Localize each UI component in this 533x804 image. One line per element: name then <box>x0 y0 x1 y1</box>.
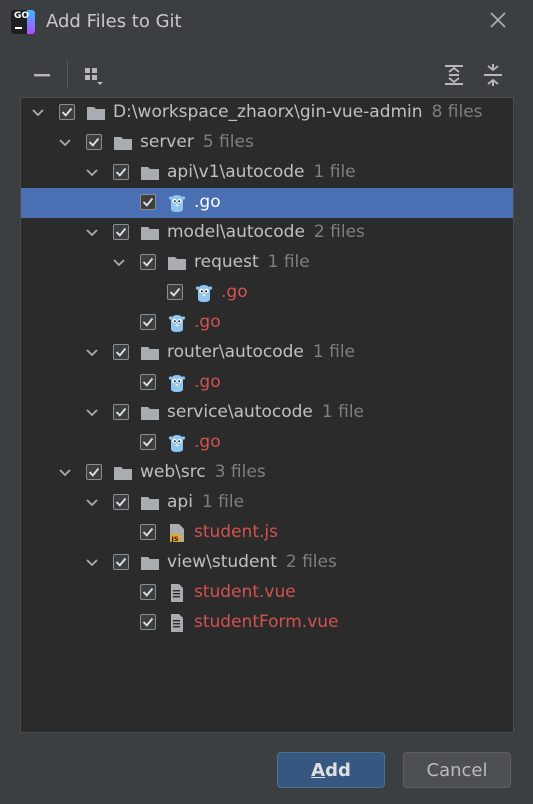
tree-node-label: student.vue <box>194 582 296 602</box>
checkbox[interactable] <box>113 224 129 240</box>
tree-row-request[interactable]: request 1 file <box>21 248 513 278</box>
chevron-down-icon[interactable] <box>84 555 100 571</box>
folder-icon <box>140 555 160 571</box>
checkbox[interactable] <box>140 524 156 540</box>
tree-row-view-student[interactable]: view\student 2 files <box>21 548 513 578</box>
tree-node-label: student.js <box>194 522 278 542</box>
checkbox[interactable] <box>140 434 156 450</box>
tree-node-label: .go <box>194 432 221 452</box>
add-button[interactable]: Add <box>277 752 385 788</box>
text-file-icon <box>167 613 187 633</box>
chevron-down-icon[interactable] <box>111 255 127 271</box>
folder-icon <box>113 135 133 151</box>
checkbox[interactable] <box>113 554 129 570</box>
add-label: dd <box>325 759 351 781</box>
folder-icon <box>86 105 106 121</box>
collapse-minus-icon[interactable] <box>27 60 57 90</box>
folder-icon <box>140 225 160 241</box>
checkbox[interactable] <box>86 134 102 150</box>
checkbox[interactable] <box>113 494 129 510</box>
add-mnemonic: A <box>311 759 326 781</box>
checkbox[interactable] <box>113 404 129 420</box>
tree-node-label: D:\workspace_zhaorx\gin-vue-admin 8 files <box>113 102 483 122</box>
tree-row-file[interactable]: .go <box>21 428 513 458</box>
chevron-down-icon[interactable] <box>84 495 100 511</box>
expand-all-icon[interactable] <box>439 60 469 90</box>
tree-row-service-autocode[interactable]: service\autocode 1 file <box>21 398 513 428</box>
toolbar-separator <box>67 60 68 88</box>
dialog-title: Add Files to Git <box>46 11 182 32</box>
tree-node-label: service\autocode 1 file <box>167 402 365 422</box>
chevron-down-icon[interactable] <box>57 135 73 151</box>
gopher-icon <box>167 313 187 333</box>
tree-node-label: view\student 2 files <box>167 552 337 572</box>
javascript-file-icon <box>167 523 187 543</box>
tree-row-file[interactable]: studentForm.vue <box>21 608 513 638</box>
checkbox[interactable] <box>167 284 183 300</box>
checkbox[interactable] <box>59 104 75 120</box>
folder-icon <box>167 255 187 271</box>
tree-row-api[interactable]: api 1 file <box>21 488 513 518</box>
chevron-down-icon[interactable] <box>57 465 73 481</box>
gopher-icon <box>167 433 187 453</box>
checkbox[interactable] <box>140 314 156 330</box>
checkbox[interactable] <box>140 194 156 210</box>
tree-node-label: api 1 file <box>167 492 245 512</box>
tree-node-label: .go <box>194 372 221 392</box>
checkbox[interactable] <box>86 464 102 480</box>
tree-row-api-v1-autocode[interactable]: api\v1\autocode 1 file <box>21 158 513 188</box>
tree-node-label: .go <box>194 312 221 332</box>
tree-row-file-selected[interactable]: .go <box>21 188 513 218</box>
close-icon[interactable] <box>486 8 510 32</box>
chevron-down-icon[interactable] <box>84 345 100 361</box>
tree-node-label: server 5 files <box>140 132 254 152</box>
gopher-icon <box>167 193 187 213</box>
file-tree[interactable]: D:\workspace_zhaorx\gin-vue-admin 8 files… <box>20 97 514 733</box>
tree-node-label: api\v1\autocode 1 file <box>167 162 356 182</box>
tree-node-label: web\src 3 files <box>140 462 266 482</box>
tree-row-server[interactable]: server 5 files <box>21 128 513 158</box>
tree-row-file[interactable]: .go <box>21 278 513 308</box>
checkbox[interactable] <box>140 614 156 630</box>
gopher-icon <box>167 373 187 393</box>
tree-node-label: .go <box>194 192 221 212</box>
chevron-down-icon[interactable] <box>30 105 46 121</box>
tree-row-web-src[interactable]: web\src 3 files <box>21 458 513 488</box>
tree-row-file[interactable]: student.js <box>21 518 513 548</box>
checkbox[interactable] <box>140 254 156 270</box>
collapse-all-icon[interactable] <box>478 60 508 90</box>
folder-icon <box>113 465 133 481</box>
chevron-down-icon[interactable] <box>84 165 100 181</box>
tree-toolbar <box>20 56 514 96</box>
chevron-down-icon[interactable] <box>84 225 100 241</box>
tree-row-file[interactable]: .go <box>21 308 513 338</box>
folder-icon <box>140 405 160 421</box>
checkbox[interactable] <box>140 374 156 390</box>
title-bar: GO Add Files to Git <box>0 0 533 44</box>
tree-node-label: model\autocode 2 files <box>167 222 365 242</box>
tree-node-label: router\autocode 1 file <box>167 342 356 362</box>
tree-row-model-autocode[interactable]: model\autocode 2 files <box>21 218 513 248</box>
checkbox[interactable] <box>113 164 129 180</box>
tree-row-file[interactable]: .go <box>21 368 513 398</box>
tree-node-label: .go <box>221 282 248 302</box>
goland-app-icon: GO <box>11 10 35 34</box>
tree-node-label: studentForm.vue <box>194 612 339 632</box>
cancel-button[interactable]: Cancel <box>403 752 511 788</box>
folder-icon <box>140 345 160 361</box>
text-file-icon <box>167 583 187 603</box>
folder-icon <box>140 495 160 511</box>
gopher-icon <box>194 283 214 303</box>
tree-row-router-autocode[interactable]: router\autocode 1 file <box>21 338 513 368</box>
chevron-down-icon[interactable] <box>84 405 100 421</box>
checkbox[interactable] <box>113 344 129 360</box>
folder-icon <box>140 165 160 181</box>
tree-row-file[interactable]: student.vue <box>21 578 513 608</box>
tree-node-label: request 1 file <box>194 252 310 272</box>
group-by-icon[interactable] <box>78 60 108 90</box>
checkbox[interactable] <box>140 584 156 600</box>
tree-row-root[interactable]: D:\workspace_zhaorx\gin-vue-admin 8 files <box>21 98 513 128</box>
